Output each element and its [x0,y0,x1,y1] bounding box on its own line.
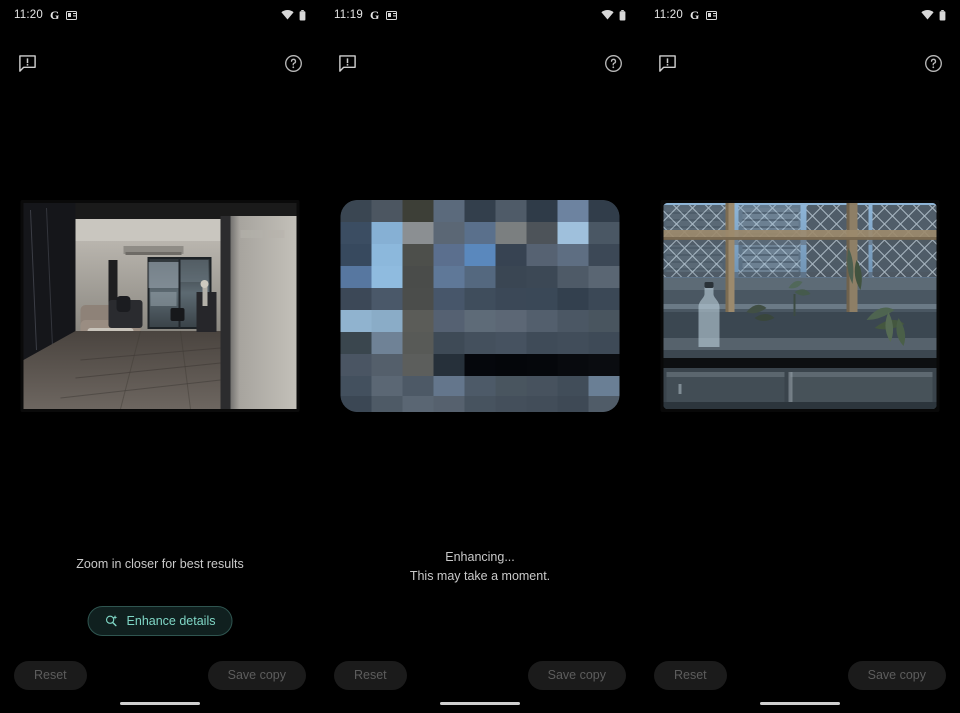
google-icon: G [689,8,700,22]
photo-container[interactable] [340,200,620,412]
app-toolbar [320,46,640,80]
status-bar-right [921,9,946,21]
gesture-nav-bar [320,693,640,713]
save-copy-button[interactable]: Save copy [847,660,946,690]
photo-container[interactable] [660,200,940,412]
status-line-2: This may take a moment. [409,569,551,583]
wifi-icon [921,10,934,20]
status-line-1: Enhancing... [445,550,515,564]
photo-container[interactable] [20,200,300,412]
status-bar: 11:20 G [0,0,320,30]
help-icon[interactable] [920,50,946,76]
wifi-icon [281,10,294,20]
google-icon: G [369,8,380,22]
panel-processing: 11:19 G Enhancing... This may take a mom… [320,0,640,713]
help-icon[interactable] [600,50,626,76]
status-bar-clock: 11:20 [654,9,683,21]
three-panel-screenshot-series: 11:20 G Zoom in closer for best results … [0,0,960,713]
battery-icon [299,9,306,21]
save-copy-button[interactable]: Save copy [527,660,626,690]
enhance-sparkle-icon [105,614,119,628]
status-bar-left: 11:20 G [14,8,78,22]
app-toolbar [640,46,960,80]
status-bar-right [601,9,626,21]
screenshot-card-icon [706,10,718,20]
wifi-icon [601,10,614,20]
screenshot-card-icon [66,10,78,20]
home-indicator[interactable] [120,701,200,705]
window-grille-photo[interactable] [660,200,940,412]
help-icon[interactable] [280,50,306,76]
action-bar: Reset Save copy [0,660,320,690]
pixelated-processing-photo[interactable] [340,200,620,412]
feedback-icon[interactable] [334,50,360,76]
panel-before: 11:20 G Zoom in closer for best results … [0,0,320,713]
hint-line-1: Zoom in closer for best results [76,557,244,571]
reset-button[interactable]: Reset [654,660,727,690]
status-bar-left: 11:19 G [334,8,398,22]
action-bar: Reset Save copy [640,660,960,690]
save-copy-button[interactable]: Save copy [207,660,306,690]
screenshot-card-icon [386,10,398,20]
panel-after: 11:20 G Reset Save copy [640,0,960,713]
enhance-details-label: Enhance details [126,614,216,628]
feedback-icon[interactable] [14,50,40,76]
gesture-nav-bar [0,693,320,713]
reset-button[interactable]: Reset [14,660,87,690]
status-bar-left: 11:20 G [654,8,718,22]
enhance-details-button[interactable]: Enhance details [87,606,233,636]
status-bar: 11:20 G [640,0,960,30]
status-bar: 11:19 G [320,0,640,30]
room-interior-photo[interactable] [20,200,300,412]
gesture-nav-bar [640,693,960,713]
status-bar-clock: 11:19 [334,9,363,21]
battery-icon [619,9,626,21]
hint-text: Zoom in closer for best results [0,557,320,571]
home-indicator[interactable] [760,701,840,705]
action-bar: Reset Save copy [320,660,640,690]
feedback-icon[interactable] [654,50,680,76]
home-indicator[interactable] [440,701,520,705]
status-bar-clock: 11:20 [14,9,43,21]
status-bar-right [281,9,306,21]
reset-button[interactable]: Reset [334,660,407,690]
google-icon: G [49,8,60,22]
status-text: Enhancing... This may take a moment. [320,550,640,583]
app-toolbar [0,46,320,80]
battery-icon [939,9,946,21]
